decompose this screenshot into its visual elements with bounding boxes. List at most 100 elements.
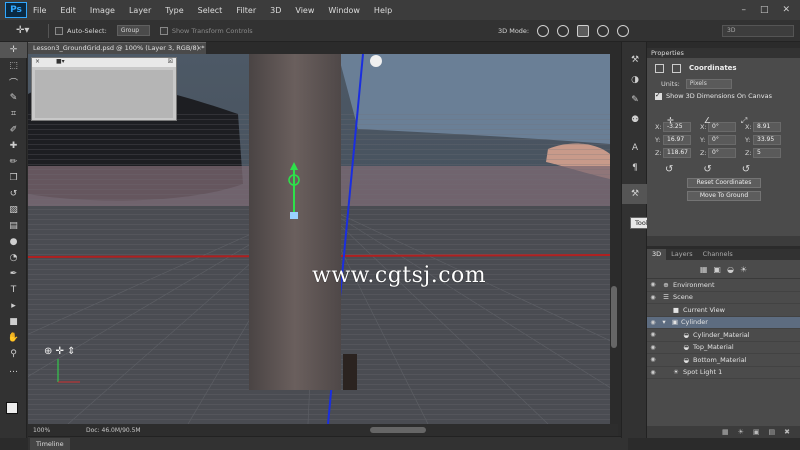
lasso-tool-icon[interactable]: ⌒ xyxy=(0,74,27,90)
menu-select[interactable]: Select xyxy=(198,6,223,15)
properties-panel-tab[interactable]: Properties xyxy=(647,48,800,58)
maximize-icon[interactable]: □ xyxy=(760,5,769,15)
crop-tool-icon[interactable]: ⌗ xyxy=(0,106,27,122)
menu-3d[interactable]: 3D xyxy=(270,6,281,15)
brush-tool-icon[interactable]: ✏ xyxy=(0,154,27,170)
close-icon[interactable]: ✕ xyxy=(782,5,790,15)
menu-image[interactable]: Image xyxy=(90,6,115,15)
show-dimensions-checkbox[interactable] xyxy=(655,91,662,100)
close-tab-icon[interactable]: × xyxy=(197,43,202,54)
units-select[interactable]: Pixels xyxy=(685,79,732,89)
horizontal-scroll-thumb[interactable] xyxy=(370,427,426,433)
shape-tool-icon[interactable]: ■ xyxy=(0,314,27,330)
blur-tool-icon[interactable]: ● xyxy=(0,234,27,250)
character-panel-icon[interactable]: A xyxy=(622,138,648,158)
auto-select-target-select[interactable]: Group xyxy=(116,25,150,36)
move-tool-icon[interactable]: ✛ xyxy=(0,42,27,58)
reset-scale-icon[interactable]: ↺ xyxy=(742,164,750,175)
list-item[interactable]: ■ Current View xyxy=(647,304,800,317)
history-brush-icon[interactable]: ↺ xyxy=(0,186,27,202)
reset-rotation-icon[interactable]: ↺ xyxy=(703,164,711,175)
menu-help[interactable]: Help xyxy=(374,6,392,15)
list-item[interactable]: ◉ ⊕ Environment xyxy=(647,279,800,292)
secondary-view-panel[interactable]: × ■▾ ☒ xyxy=(31,57,177,121)
expand-arrow-icon[interactable]: ▾ xyxy=(659,318,669,326)
eye-icon[interactable]: ◉ xyxy=(647,294,659,301)
scale-y-field[interactable]: 33.95 xyxy=(753,135,781,145)
tab-3d[interactable]: 3D xyxy=(647,249,667,260)
paragraph-panel-icon[interactable]: ¶ xyxy=(622,158,648,178)
stamp-tool-icon[interactable]: ❒ xyxy=(0,170,27,186)
move-to-ground-button[interactable]: Move To Ground xyxy=(687,191,761,201)
dodge-tool-icon[interactable]: ◔ xyxy=(0,250,27,266)
clone-source-panel-icon[interactable]: ⚉ xyxy=(622,110,648,130)
minimize-icon[interactable]: – xyxy=(741,5,746,15)
foreground-color-swatch[interactable] xyxy=(6,402,18,414)
render-icon[interactable]: ▦ xyxy=(722,428,729,436)
reset-coordinates-button[interactable]: Reset Coordinates xyxy=(687,178,761,188)
list-item[interactable]: ◉ ◒ Top_Material xyxy=(647,342,800,354)
coordinates-icon[interactable] xyxy=(672,63,681,73)
list-item[interactable]: ◉ ◒ Bottom_Material xyxy=(647,354,800,367)
secondary-view-close-icon[interactable]: × xyxy=(35,58,40,65)
eye-icon[interactable]: ◉ xyxy=(647,356,659,363)
vertical-scrollbar[interactable] xyxy=(610,54,619,424)
trash-icon[interactable]: ✖ xyxy=(784,428,790,436)
menu-type[interactable]: Type xyxy=(165,6,183,15)
add-light-icon[interactable]: ☀ xyxy=(738,428,744,436)
drag-icon[interactable] xyxy=(577,25,590,37)
menu-window[interactable]: Window xyxy=(328,6,360,15)
show-dimensions-row[interactable]: Show 3D Dimensions On Canvas xyxy=(647,90,800,102)
reset-position-icon[interactable]: ↺ xyxy=(665,164,673,175)
scale-z-field[interactable]: 5 xyxy=(753,148,781,158)
quick-select-tool-icon[interactable]: ✎ xyxy=(0,90,27,106)
menu-layer[interactable]: Layer xyxy=(129,6,151,15)
path-select-tool-icon[interactable]: ▸ xyxy=(0,298,27,314)
eye-icon[interactable]: ◉ xyxy=(647,344,659,351)
eye-icon[interactable]: ◉ xyxy=(647,319,659,326)
hand-tool-icon[interactable]: ✋ xyxy=(0,330,27,346)
list-item[interactable]: ◉ ▾ ▣ Cylinder xyxy=(647,316,800,329)
document-size-info[interactable]: Doc: 46.0M/90.5M xyxy=(86,427,141,434)
timeline-tab[interactable]: Timeline xyxy=(30,438,70,450)
history-panel-icon[interactable]: ⚒ xyxy=(622,50,648,70)
scale-icon[interactable] xyxy=(617,25,630,37)
healing-tool-icon[interactable]: ✚ xyxy=(0,138,27,154)
scale-x-field[interactable]: 8.91 xyxy=(753,122,781,132)
mesh-icon[interactable] xyxy=(655,63,664,73)
eraser-tool-icon[interactable]: ▧ xyxy=(0,202,27,218)
slide-icon[interactable] xyxy=(597,25,610,37)
tab-channels[interactable]: Channels xyxy=(698,249,738,260)
adjustments-panel-icon[interactable]: ◑ xyxy=(622,70,648,90)
list-item[interactable]: ◉ ☰ Scene xyxy=(647,292,800,304)
pen-tool-icon[interactable]: ✒ xyxy=(0,266,27,282)
filter-materials-icon[interactable]: ◒ xyxy=(727,265,734,274)
filter-meshes-icon[interactable]: ▣ xyxy=(713,265,721,274)
filter-lights-icon[interactable]: ☀ xyxy=(740,265,747,274)
position-z-field[interactable]: 118.67 xyxy=(663,148,691,158)
menu-view[interactable]: View xyxy=(295,6,314,15)
more-tools-icon[interactable]: … xyxy=(0,362,27,378)
zoom-level[interactable]: 100% xyxy=(28,427,50,434)
zoom-tool-icon[interactable]: ⚲ xyxy=(0,346,27,362)
gradient-tool-icon[interactable]: ▤ xyxy=(0,218,27,234)
roll-icon[interactable] xyxy=(557,25,570,37)
orbit-icon[interactable] xyxy=(537,25,550,37)
filter-scene-icon[interactable]: ▦ xyxy=(700,265,708,274)
show-transform-checkbox[interactable] xyxy=(159,26,168,35)
folder-icon[interactable]: ▤ xyxy=(769,428,776,436)
eye-icon[interactable]: ◉ xyxy=(647,281,659,288)
vertical-scroll-thumb[interactable] xyxy=(611,286,617,348)
menu-file[interactable]: File xyxy=(33,6,46,15)
camera-icon[interactable]: ■▾ xyxy=(56,58,65,65)
workspace-select[interactable]: 3D xyxy=(722,25,794,37)
type-tool-icon[interactable]: T xyxy=(0,282,27,298)
rotation-z-field[interactable]: 0° xyxy=(708,148,736,158)
position-y-field[interactable]: 16.97 xyxy=(663,135,691,145)
tab-layers[interactable]: Layers xyxy=(666,249,698,260)
menu-edit[interactable]: Edit xyxy=(60,6,76,15)
list-item[interactable]: ◉ ◒ Cylinder_Material xyxy=(647,329,800,342)
document-tab[interactable]: Lesson3_GroundGrid.psd @ 100% (Layer 3, … xyxy=(28,42,206,54)
new-object-icon[interactable]: ▣ xyxy=(753,428,760,436)
eyedropper-tool-icon[interactable]: ✐ xyxy=(0,122,27,138)
